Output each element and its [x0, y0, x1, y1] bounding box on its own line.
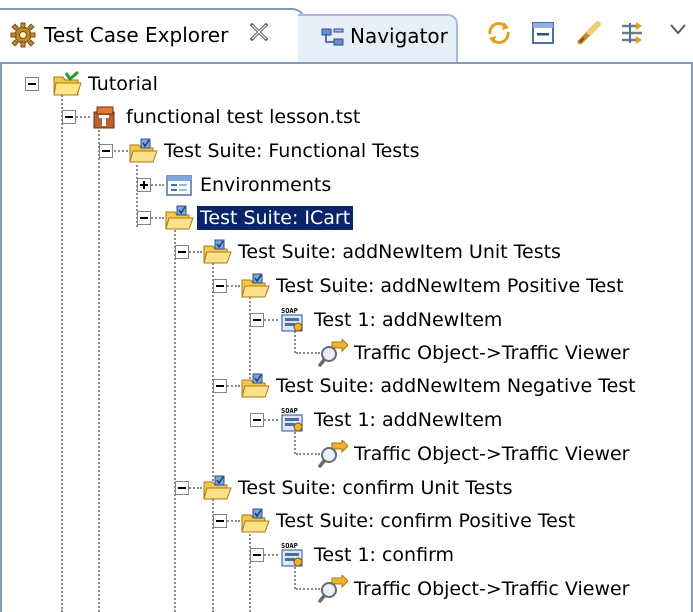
collapse-icon[interactable] [213, 379, 227, 393]
tree-node-label[interactable]: Test 1: confirm [311, 543, 457, 567]
tree-node-label[interactable]: Tutorial [85, 72, 161, 96]
svg-text:SOAP: SOAP [281, 542, 298, 550]
collapse-icon[interactable] [175, 481, 189, 495]
collapse-icon[interactable] [99, 144, 113, 158]
tree-node-label[interactable]: Test 1: addNewItem [311, 308, 505, 332]
project-folder-icon [52, 70, 82, 98]
close-icon[interactable] [248, 21, 270, 43]
tree-node-label[interactable]: Traffic Object->Traffic Viewer [351, 442, 633, 466]
tree-node[interactable]: Test Suite: addNewItem Positive Test [0, 269, 680, 303]
tree-node[interactable]: Test Suite: Functional Tests [0, 134, 680, 168]
tab-label: Test Case Explorer [44, 23, 229, 47]
collapse-icon[interactable] [62, 110, 76, 124]
test-suite-folder-icon [240, 507, 270, 535]
collapse-icon[interactable] [250, 313, 264, 327]
environments-icon [164, 171, 194, 199]
chevron-down-icon[interactable] [668, 22, 688, 36]
tree-node-label[interactable]: Test 1: addNewItem [311, 408, 505, 432]
collapse-icon[interactable] [175, 245, 189, 259]
tree-node[interactable]: Environments [0, 168, 680, 202]
tree-node[interactable]: Tutorial [0, 67, 680, 101]
filter-icon[interactable] [618, 18, 648, 48]
tab-navigator[interactable]: Navigator [298, 14, 458, 62]
collapse-icon[interactable] [213, 279, 227, 293]
tree-node[interactable]: Test Suite: confirm Positive Test [0, 504, 680, 538]
expand-icon[interactable] [137, 178, 151, 192]
tree-node[interactable]: SOAP Test 1: confirm [0, 538, 680, 572]
test-suite-folder-icon [202, 238, 232, 266]
view-tab-bar: Test Case Explorer Navigator [0, 0, 693, 68]
tab-test-case-explorer[interactable]: Test Case Explorer [0, 8, 306, 64]
tree-node[interactable]: Test Suite: addNewItem Unit Tests [0, 235, 680, 269]
tree-node[interactable]: Traffic Object->Traffic Viewer [0, 572, 680, 606]
soap-test-icon: SOAP [278, 541, 308, 569]
tree-node[interactable]: Traffic Object->Traffic Viewer [0, 336, 680, 370]
collapse-all-icon[interactable] [528, 18, 558, 48]
link-editor-icon[interactable] [574, 18, 604, 48]
soap-test-icon: SOAP [278, 406, 308, 434]
test-case-explorer-view: Test Case Explorer Navigator Tutorial fu… [0, 0, 693, 612]
soap-test-icon: SOAP [278, 306, 308, 334]
svg-text:SOAP: SOAP [281, 307, 298, 315]
test-suite-folder-icon [240, 372, 270, 400]
tree-node[interactable]: Test Suite: addNewItem Negative Test [0, 369, 680, 403]
tree-node-label[interactable]: Traffic Object->Traffic Viewer [351, 341, 633, 365]
gear-icon [10, 22, 36, 48]
tree-node[interactable]: functional test lesson.tst [0, 100, 680, 134]
tree-node[interactable]: Traffic Object->Traffic Viewer [0, 437, 680, 471]
tree-node[interactable]: Test Suite: confirm Unit Tests [0, 471, 680, 505]
tab-label: Navigator [350, 24, 448, 48]
test-suite-folder-icon [240, 272, 270, 300]
traffic-viewer-icon [318, 337, 349, 367]
test-case-tree[interactable]: Tutorial functional test lesson.tst Test S… [0, 64, 693, 612]
traffic-viewer-icon [318, 438, 349, 468]
test-suite-folder-icon [128, 137, 158, 165]
tree-node-label[interactable]: Environments [197, 173, 334, 197]
tree-node-label[interactable]: Traffic Object->Traffic Viewer [351, 577, 633, 601]
collapse-icon[interactable] [25, 77, 39, 91]
collapse-icon[interactable] [137, 211, 151, 225]
tree-node-label[interactable]: Test Suite: Functional Tests [161, 139, 423, 163]
tree-node-label[interactable]: Test Suite: addNewItem Positive Test [273, 274, 627, 298]
tree-node-label[interactable]: functional test lesson.tst [123, 105, 363, 129]
tree-node-label[interactable]: Test Suite: addNewItem Unit Tests [235, 240, 564, 264]
collapse-icon[interactable] [250, 548, 264, 562]
tree-node-label[interactable]: Test Suite: confirm Unit Tests [235, 476, 516, 500]
navigator-icon [321, 28, 344, 46]
tree-node[interactable]: Test Suite: ICart [0, 201, 680, 235]
test-suite-folder-icon [202, 474, 232, 502]
tree-node-label[interactable]: Test Suite: ICart [195, 205, 355, 231]
tree-node[interactable]: SOAP Test 1: addNewItem [0, 403, 680, 437]
traffic-viewer-icon [318, 573, 349, 603]
collapse-icon[interactable] [213, 514, 227, 528]
test-file-icon [90, 103, 120, 131]
test-suite-folder-icon [164, 204, 194, 232]
sync-icon[interactable] [484, 18, 514, 48]
tree-node-label[interactable]: Test Suite: confirm Positive Test [273, 509, 578, 533]
svg-text:SOAP: SOAP [281, 407, 298, 415]
tree-node-label[interactable]: Test Suite: addNewItem Negative Test [273, 374, 639, 398]
tree-node[interactable]: SOAP Test 1: addNewItem [0, 303, 680, 337]
collapse-icon[interactable] [250, 413, 264, 427]
